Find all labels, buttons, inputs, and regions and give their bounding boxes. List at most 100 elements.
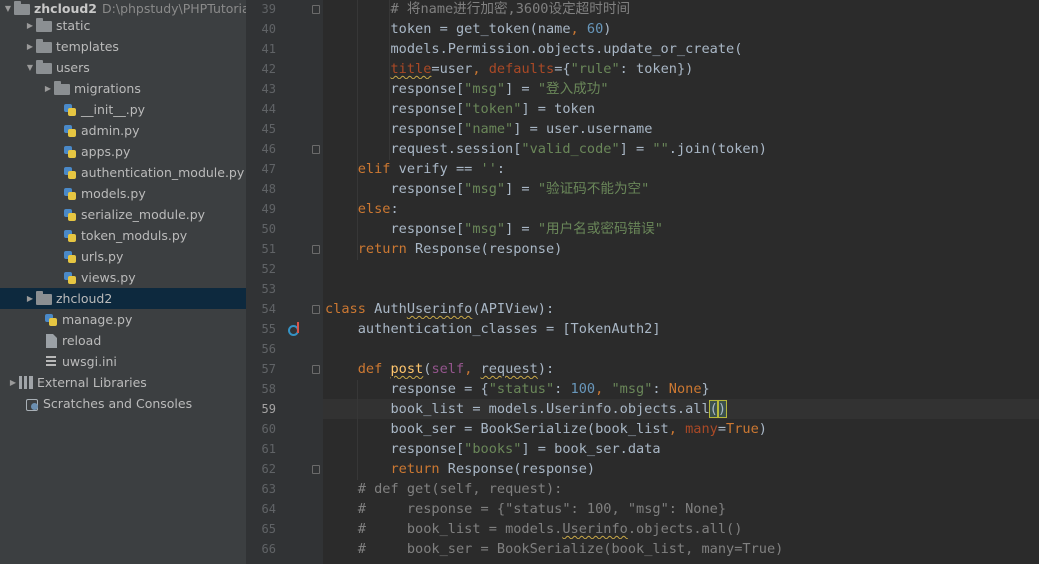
tree-item-urls-py[interactable]: urls.py (0, 246, 246, 267)
code-line[interactable]: # 将name进行加密,3600设定超时时间 (325, 0, 1039, 19)
code-line[interactable]: class AuthUserinfo(APIView): (325, 299, 1039, 319)
tree-item-label: zhcloud2 (34, 1, 98, 16)
line-number: 49 (261, 202, 276, 216)
code-line[interactable]: models.Permission.objects.update_or_crea… (325, 39, 1039, 59)
code-line[interactable]: book_ser = BookSerialize(book_list, many… (325, 419, 1039, 439)
code-line[interactable]: def post(self, request): (325, 359, 1039, 379)
tree-item-users[interactable]: ▼ users (0, 57, 246, 78)
tree-item-admin-py[interactable]: admin.py (0, 120, 246, 141)
scratches-icon (25, 397, 39, 411)
fold-marker-icon[interactable] (312, 465, 320, 474)
python-file-icon (44, 313, 58, 327)
python-file-icon (63, 229, 77, 243)
line-number: 60 (261, 422, 276, 436)
line-number: 41 (261, 42, 276, 56)
code-line[interactable]: token = get_token(name, 60) (325, 19, 1039, 39)
code-line[interactable]: response["books"] = book_ser.data (325, 439, 1039, 459)
tree-item-manage-py[interactable]: manage.py (0, 309, 246, 330)
code-line[interactable]: # book_ser = BookSerialize(book_list, ma… (325, 539, 1039, 559)
chevron-right-icon[interactable]: ▶ (7, 372, 19, 393)
code-line[interactable]: title=user, defaults={"rule": token}) (325, 59, 1039, 79)
folder-icon (36, 60, 52, 74)
folder-icon (36, 18, 52, 32)
chevron-right-icon[interactable]: ▶ (24, 15, 36, 36)
tree-item-reload[interactable]: reload (0, 330, 246, 351)
chevron-down-icon[interactable]: ▼ (24, 57, 36, 78)
line-number: 43 (261, 82, 276, 96)
line-number: 52 (261, 262, 276, 276)
tree-item-zhcloud2-package[interactable]: ▶ zhcloud2 (0, 288, 246, 309)
code-line[interactable]: response["msg"] = "用户名或密码错误" (325, 219, 1039, 239)
code-line-current[interactable]: book_list = models.Userinfo.objects.all(… (325, 399, 1039, 419)
code-line[interactable] (325, 339, 1039, 359)
project-path: D:\phpstudy\PHPTutorial (102, 1, 246, 16)
tree-item-label: static (56, 18, 91, 33)
line-number: 66 (261, 542, 276, 556)
code-line[interactable] (325, 259, 1039, 279)
tree-item-views-py[interactable]: views.py (0, 267, 246, 288)
line-number: 53 (261, 282, 276, 296)
current-line-number: 59 (261, 402, 276, 416)
code-line[interactable]: response["msg"] = "验证码不能为空" (325, 179, 1039, 199)
code-line[interactable]: return Response(response) (325, 239, 1039, 259)
python-file-icon (63, 271, 77, 285)
tree-item-static[interactable]: ▶ static (0, 15, 246, 36)
line-number: 50 (261, 222, 276, 236)
tree-item-templates[interactable]: ▶ templates (0, 36, 246, 57)
tree-item-uwsgi-ini[interactable]: uwsgi.ini (0, 351, 246, 372)
line-number: 45 (261, 122, 276, 136)
code-line[interactable]: return Response(response) (325, 459, 1039, 479)
line-number: 54 (261, 302, 276, 316)
code-line[interactable]: response["msg"] = "登入成功" (325, 79, 1039, 99)
code-line[interactable]: # book_list = models.Userinfo.objects.al… (325, 519, 1039, 539)
tree-item-external-libraries[interactable]: ▶ External Libraries (0, 372, 246, 393)
tree-item-label: manage.py (62, 312, 133, 327)
code-line[interactable]: response["token"] = token (325, 99, 1039, 119)
python-file-icon (63, 208, 77, 222)
fold-marker-icon[interactable] (312, 145, 320, 154)
folder-icon (36, 291, 52, 305)
project-tool-window: ▼ zhcloud2 D:\phpstudy\PHPTutorial ▶ sta… (0, 0, 246, 564)
fold-marker-icon[interactable] (312, 305, 320, 314)
folder-icon (54, 81, 70, 95)
tree-item-label: admin.py (81, 123, 140, 138)
code-line[interactable]: else: (325, 199, 1039, 219)
chevron-right-icon[interactable]: ▶ (42, 78, 54, 99)
line-number: 42 (261, 62, 276, 76)
tree-item-init-py[interactable]: __init__.py (0, 99, 246, 120)
line-number: 51 (261, 242, 276, 256)
tree-item-migrations[interactable]: ▶ migrations (0, 78, 246, 99)
code-line[interactable]: # def get(self, request): (325, 479, 1039, 499)
tree-item-label: migrations (74, 81, 141, 96)
override-method-icon[interactable] (287, 321, 303, 337)
code-line[interactable]: authentication_classes = [TokenAuth2] (325, 319, 1039, 339)
line-number: 56 (261, 342, 276, 356)
file-icon (46, 333, 57, 348)
python-file-icon (63, 145, 77, 159)
tree-item-authentication-module-py[interactable]: authentication_module.py (0, 162, 246, 183)
code-line[interactable] (325, 279, 1039, 299)
tree-item-models-py[interactable]: models.py (0, 183, 246, 204)
tree-item-label: uwsgi.ini (62, 354, 117, 369)
tree-item-apps-py[interactable]: apps.py (0, 141, 246, 162)
tree-item-label: templates (56, 39, 119, 54)
tree-item-label: urls.py (81, 249, 124, 264)
fold-marker-icon[interactable] (312, 5, 320, 14)
chevron-right-icon[interactable]: ▶ (24, 36, 36, 57)
tree-item-label: token_moduls.py (81, 228, 188, 243)
tree-item-label: zhcloud2 (56, 291, 113, 306)
fold-marker-icon[interactable] (312, 365, 320, 374)
code-line[interactable]: response = {"status": 100, "msg": None} (325, 379, 1039, 399)
code-line[interactable]: request.session["valid_code"] = "".join(… (325, 139, 1039, 159)
tree-item-serialize-module-py[interactable]: serialize_module.py (0, 204, 246, 225)
tree-item-token-moduls-py[interactable]: token_moduls.py (0, 225, 246, 246)
line-number: 44 (261, 102, 276, 116)
chevron-right-icon[interactable]: ▶ (24, 288, 36, 309)
fold-marker-icon[interactable] (312, 245, 320, 254)
code-line[interactable]: # response = {"status": 100, "msg": None… (325, 499, 1039, 519)
code-line[interactable]: elif verify == '': (325, 159, 1039, 179)
line-number: 57 (261, 362, 276, 376)
tree-item-label: views.py (81, 270, 136, 285)
code-line[interactable]: response["name"] = user.username (325, 119, 1039, 139)
tree-item-scratches-and-consoles[interactable]: Scratches and Consoles (0, 393, 246, 414)
